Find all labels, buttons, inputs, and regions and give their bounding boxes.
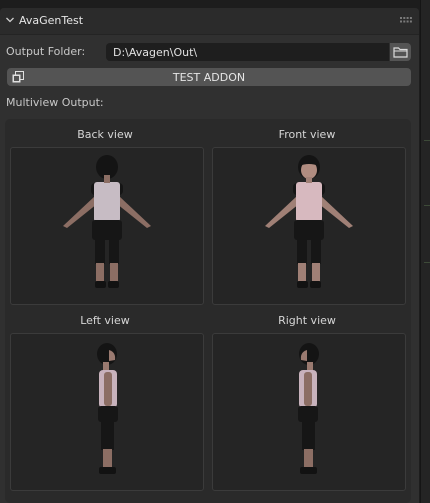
avatar-left-figure — [97, 343, 118, 474]
back-view-image — [10, 147, 204, 305]
panel-title: AvaGenTest — [19, 14, 84, 27]
avatar-front-figure — [265, 155, 353, 288]
test-addon-button[interactable]: TEST ADDON — [7, 68, 411, 86]
right-view-image — [212, 333, 406, 491]
editor-edge-strip — [420, 0, 430, 503]
output-folder-field[interactable]: D:\Avagen\Out\ — [106, 43, 389, 61]
browse-folder-button[interactable] — [390, 43, 411, 61]
output-folder-value: D:\Avagen\Out\ — [113, 46, 198, 59]
panel-header[interactable]: AvaGenTest — [0, 8, 419, 35]
multiview-grid: Back view Front view Left view Right vie… — [5, 119, 411, 503]
avatar-back-figure — [63, 155, 151, 288]
front-view-image — [212, 147, 406, 305]
folder-icon — [393, 47, 408, 58]
chevron-down-icon[interactable] — [5, 15, 15, 25]
left-view-caption: Left view — [80, 314, 130, 327]
strip-mark — [424, 140, 430, 141]
multiview-output-label: Multiview Output: — [6, 96, 104, 109]
output-folder-label: Output Folder: — [6, 45, 86, 58]
addon-panel: AvaGenTest Output Folder: D:\Avagen\Out\… — [0, 8, 419, 503]
front-view-caption: Front view — [278, 128, 336, 141]
avatar-right-figure — [298, 343, 319, 474]
test-addon-label: TEST ADDON — [172, 71, 246, 84]
strip-mark — [424, 262, 430, 263]
left-view-image — [10, 333, 204, 491]
drag-grip-icon[interactable] — [400, 17, 412, 23]
right-view-caption: Right view — [278, 314, 336, 327]
strip-mark — [424, 205, 430, 206]
back-view-caption: Back view — [77, 128, 133, 141]
